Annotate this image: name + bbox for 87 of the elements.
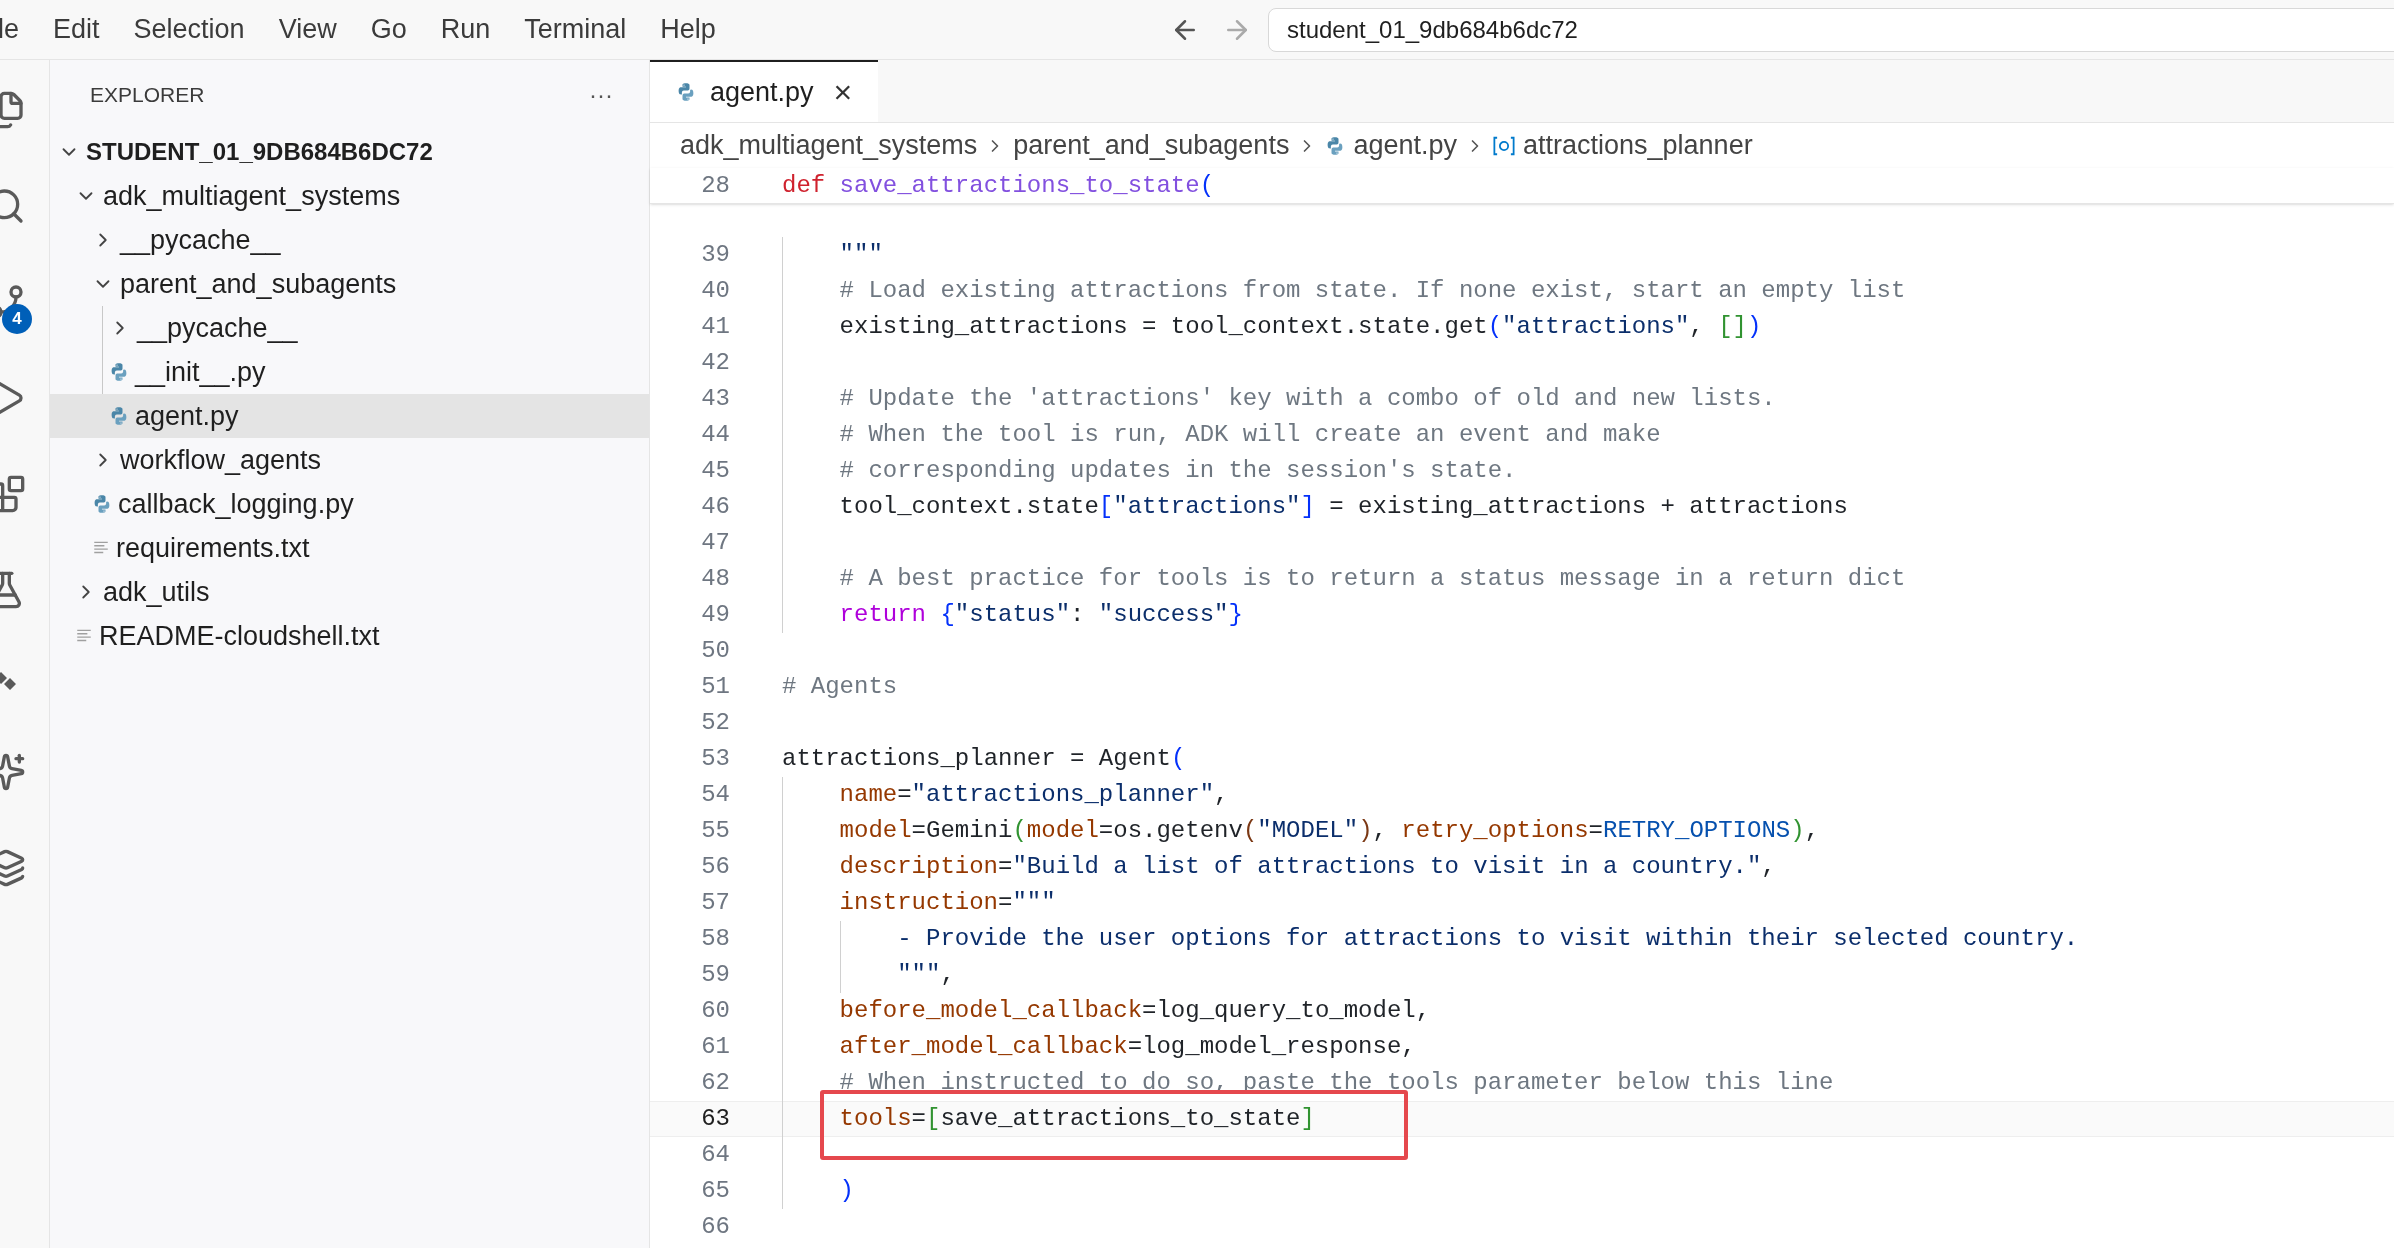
line-number: 43 [700, 384, 730, 414]
code-line: # corresponding updates in the session's state. [839, 456, 1517, 486]
line-number: 46 [700, 492, 730, 522]
code-line: description="Build a list of attractions to visit in a country.", [839, 852, 1776, 882]
line-number: 57 [700, 888, 730, 918]
line-number: 59 [700, 960, 730, 990]
code-line: # Agents [782, 672, 898, 702]
tree-item[interactable]: agent.py [50, 394, 649, 438]
menu-item[interactable]: Go [370, 9, 407, 50]
menu-item[interactable]: View [278, 9, 337, 50]
tree-item[interactable]: __pycache__ [50, 306, 649, 350]
line-number: 45 [700, 456, 730, 486]
menu-item[interactable]: le [0, 9, 19, 50]
breadcrumb-link[interactable]: agent.py [1353, 125, 1457, 166]
code-line: tool_context.state["attractions"] = existing_attractions + attractions [839, 492, 1848, 522]
code-line: def save_attractions_to_state( [782, 170, 1215, 201]
menu-item[interactable]: Selection [133, 9, 245, 50]
tree-item[interactable]: adk_multiagent_systems [50, 174, 649, 218]
line-number: 53 [700, 744, 730, 774]
line-number: 56 [700, 852, 730, 882]
tree-item[interactable]: README-cloudshell.txt [50, 614, 649, 658]
code-line: # When the tool is run, ADK will create an event and make [839, 420, 1661, 450]
code-line: name="attractions_planner", [839, 780, 1229, 810]
code-line: instruction=""" [839, 888, 1056, 918]
menu-item[interactable]: Terminal [524, 9, 627, 50]
tree-item[interactable]: __init__.py [50, 350, 649, 394]
line-number: 39 [700, 240, 730, 270]
code-line: - Provide the user options for attractions to visit within their selected country. [897, 924, 2079, 954]
more-actions-button[interactable]: ··· [589, 77, 613, 113]
line-number: 47 [700, 528, 730, 558]
line-number: 58 [700, 924, 730, 954]
line-number: 44 [700, 420, 730, 450]
line-number: 60 [700, 996, 730, 1026]
line-number: 28 [700, 170, 730, 201]
close-button[interactable]: × [833, 68, 853, 116]
code-line: model=Gemini(model=os.getenv("MODEL"), retry_options=RETRY_OPTIONS), [839, 816, 1820, 846]
tree-item[interactable]: STUDENT_01_9DB684B6DC72 [50, 130, 649, 174]
symbol-icon [1493, 134, 1515, 157]
tree-item[interactable]: requirements.txt [50, 526, 649, 570]
code-line: tools=[save_attractions_to_state] [839, 1104, 1315, 1134]
line-number: 62 [700, 1068, 730, 1098]
line-number: 64 [700, 1140, 730, 1170]
menu-item[interactable]: Help [660, 9, 716, 50]
code-line: after_model_callback=log_model_response, [839, 1032, 1416, 1062]
breadcrumb-link[interactable]: parent_and_subagents [1013, 125, 1290, 166]
code-line: """ [839, 240, 883, 270]
python-file-icon [109, 406, 129, 426]
line-number: 54 [700, 780, 730, 810]
line-number: 52 [700, 708, 730, 738]
code-line: # A best practice for tools is to return a status message in a return dict [839, 564, 1906, 594]
line-number: 65 [700, 1176, 730, 1206]
python-file-icon [109, 362, 129, 382]
line-number: 63 [700, 1104, 730, 1134]
line-number: 42 [700, 348, 730, 378]
line-number: 55 [700, 816, 730, 846]
python-file-icon [92, 494, 112, 514]
tree-item[interactable]: parent_and_subagents [50, 262, 649, 306]
tree-item[interactable]: adk_utils [50, 570, 649, 614]
line-number: 41 [700, 312, 730, 342]
code-line: # Update the 'attractions' key with a combo of old and new lists. [839, 384, 1776, 414]
code-line: # Load existing attractions from state. If none exist, start an empty list [839, 276, 1906, 306]
line-number: 48 [700, 564, 730, 594]
python-file-icon [676, 82, 696, 102]
line-number: 50 [700, 636, 730, 666]
line-number: 66 [700, 1212, 730, 1242]
code-line: existing_attractions = tool_context.state.get("attractions", []) [839, 312, 1762, 342]
tree-item[interactable]: callback_logging.py [50, 482, 649, 526]
tree-item[interactable]: __pycache__ [50, 218, 649, 262]
code-line: # When instructed to do so, paste the tools parameter below this line [839, 1068, 1834, 1098]
line-number: 49 [700, 600, 730, 630]
line-number: 51 [700, 672, 730, 702]
menu-item[interactable]: Run [440, 9, 491, 50]
tree-item[interactable]: workflow_agents [50, 438, 649, 482]
code-line: attractions_planner = Agent( [782, 744, 1186, 774]
line-number: 40 [700, 276, 730, 306]
editor-tab[interactable]: agent.py × [650, 60, 879, 122]
code-line: return {"status": "success"} [839, 600, 1243, 630]
panel-title: EXPLORER [90, 82, 205, 109]
code-line: before_model_callback=log_query_to_model, [839, 996, 1431, 1026]
breadcrumb-link[interactable]: attractions_planner [1523, 125, 1753, 166]
menu-item[interactable]: Edit [53, 9, 100, 50]
code-line: ) [839, 1176, 854, 1206]
search-field[interactable]: student_01_9db684b6dc72 [1268, 7, 2394, 52]
breadcrumb-link[interactable]: adk_multiagent_systems [680, 125, 978, 166]
notification-badge: 4 [2, 304, 32, 334]
code-line: """, [897, 960, 955, 990]
line-number: 61 [700, 1032, 730, 1062]
